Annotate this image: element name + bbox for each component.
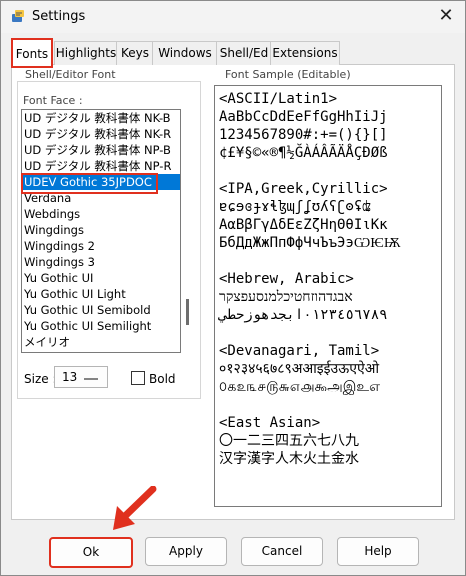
font-item[interactable]: Yu Gothic UI Semibold [22,302,180,318]
close-icon[interactable]: ✕ [435,5,457,27]
sample-line: 1234567890#:+=(){}[] [219,127,388,143]
font-item[interactable]: UD デジタル 教科書体 NK-R [22,126,180,142]
font-item[interactable]: Wingdings 2 [22,238,180,254]
pointer-arrow-icon [113,486,157,530]
cancel-button[interactable]: Cancel [241,537,323,566]
window-title: Settings [32,9,86,24]
sample-text: <ASCII/Latin1> AaBbCcDdEeFfGgHhIiJj 123456… [219,90,441,468]
font-face-label: Font Face : [23,94,83,107]
sample-line: <East Asian> [219,415,321,431]
sample-line: <Hebrew, Arabic> [219,271,354,287]
app-icon [12,10,24,22]
sample-line: ΑαΒβΓγΔδΕεΖζΗηΘθΙιΚκ [219,217,388,233]
sample-scrollbar[interactable] [439,85,440,505]
title-bar: Settings ✕ [1,1,465,33]
font-item[interactable]: Yu Gothic UI [22,270,180,286]
bold-checkbox[interactable] [131,371,145,385]
font-item[interactable]: UD デジタル 教科書体 NP-R [22,158,180,174]
font-group-title: Shell/Editor Font [23,68,118,81]
font-sample-textbox[interactable]: <ASCII/Latin1> AaBbCcDdEeFfGgHhIiJj 123456… [214,85,442,507]
sample-line [219,252,441,270]
apply-button[interactable]: Apply [145,537,227,566]
font-item[interactable]: メイリオ [22,334,180,350]
tab-windows[interactable]: Windows [152,41,218,65]
tab-highlights[interactable]: Highlights [54,41,118,65]
size-dropdown[interactable]: 13 [54,366,108,388]
sample-line: אבגדהוזחטיכלמנסעפצקר [219,289,353,305]
tab-fonts[interactable]: Fonts [11,38,53,68]
font-face-list[interactable]: UD デジタル 教科書体 NK-B UD デジタル 教科書体 NK-R UD デ… [21,109,181,353]
font-item[interactable]: Wingdings [22,222,180,238]
sample-line: 汉字漢字人木火土金水 [219,451,359,467]
bold-label: Bold [149,372,176,386]
sample-line: AaBbCcDdEeFfGgHhIiJj [219,109,388,125]
font-item[interactable]: Yu Gothic UI Light [22,286,180,302]
help-button[interactable]: Help [337,537,419,566]
settings-window: Settings ✕ Fonts Highlights Keys Windows… [0,0,466,576]
sample-line: ௦௧௨௩௪௫௬௭௮௯அஇஉஎ [219,379,380,395]
tab-extensions[interactable]: Extensions [270,41,340,65]
font-list-scrollbar-thumb[interactable] [186,299,189,325]
sample-line: ٠١٢٣٤٥٦٧٨٩ابجدهوزحطي [219,307,388,323]
sample-line: ०१२३४५६७८९अआइईउऊएऐओ [219,361,380,377]
sample-line: БбДдЖжПпФфЧчЪъЭэѠѤѬ [219,235,401,251]
font-item[interactable]: Yu Gothic UI Semilight [22,318,180,334]
font-item[interactable]: Wingdings 3 [22,254,180,270]
sample-line [219,324,441,342]
sample-line: <Devanagari, Tamil> [219,343,380,359]
size-label: Size : [24,372,57,386]
sample-line [219,162,441,180]
sample-group-title: Font Sample (Editable) [223,68,353,81]
sample-line: ɐɕɘɞɟɤɬɮɰʃʆʊʎʕʗʘʢʥ [219,199,371,215]
sample-line: 〇一二三四五六七八九 [219,433,359,449]
ok-button[interactable]: Ok [49,537,133,568]
dropdown-arrow-icon [84,378,98,380]
sample-line: ¢£¥§©«®¶½ĞÀÁÂÃÄÅÇÐØß [219,145,388,161]
selection-highlight-box [21,173,158,194]
sample-line [219,396,441,414]
font-item[interactable]: Webdings [22,206,180,222]
sample-line: <IPA,Greek,Cyrillic> [219,181,388,197]
tab-shell-ed[interactable]: Shell/Ed [216,41,272,65]
font-item[interactable]: UD デジタル 教科書体 NK-B [22,110,180,126]
sample-line: <ASCII/Latin1> [219,91,338,107]
size-value: 13 [62,370,78,384]
tab-keys[interactable]: Keys [116,41,154,65]
font-item[interactable]: UD デジタル 教科書体 NP-B [22,142,180,158]
